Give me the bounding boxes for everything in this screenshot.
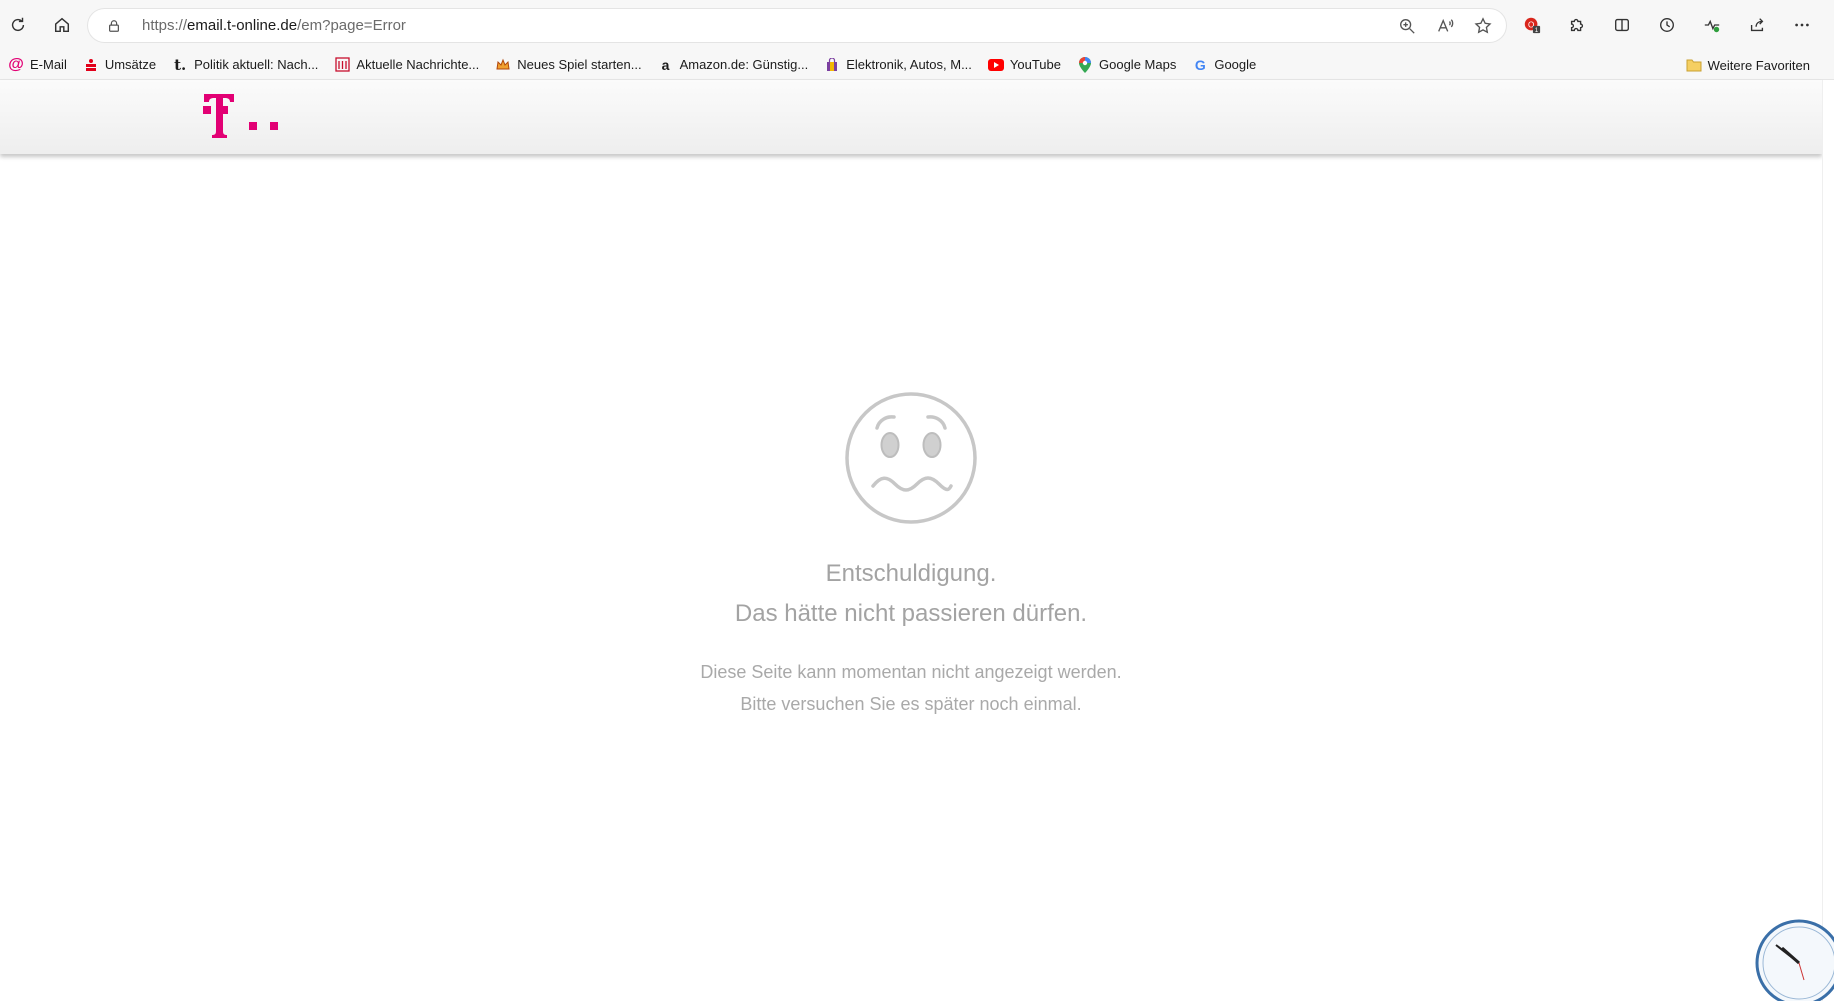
stop-sign-icon: O1 [1524,17,1541,34]
favorite-google[interactable]: G Google [1184,50,1264,80]
favorite-umsaetze[interactable]: Umsätze [75,50,164,80]
sparkasse-icon [83,57,99,73]
history-button[interactable] [1649,7,1685,43]
favorite-youtube[interactable]: YouTube [980,50,1069,80]
refresh-button[interactable] [0,7,36,43]
home-button[interactable] [44,7,80,43]
favorite-elektronik[interactable]: Elektronik, Autos, M... [816,50,980,80]
lock-icon [106,18,122,34]
favorites-bar: @ E-Mail Umsätze t. Politik aktuell: Nac… [0,50,1834,80]
error-subtitle: Das hätte nicht passieren dürfen. [734,600,1088,627]
google-icon: G [1194,56,1206,73]
split-screen-button[interactable] [1604,7,1640,43]
svg-text:1: 1 [1535,27,1539,34]
home-icon [54,17,70,33]
favorite-amazon[interactable]: a Amazon.de: Günstig... [650,50,817,80]
performance-button[interactable] [1694,7,1730,43]
youtube-icon [987,57,1004,73]
share-icon [1750,18,1764,32]
ellipsis-icon [1795,23,1809,27]
puzzle-icon [1570,18,1584,32]
crown-icon [495,57,511,73]
t-news-icon: t. [174,55,187,74]
favorite-politik[interactable]: t. Politik aktuell: Nach... [164,50,326,80]
error-message-line-2: Bitte versuchen Sie es später noch einma… [740,694,1082,714]
more-options-button[interactable] [1784,7,1820,43]
at-icon: @ [8,55,24,73]
favorite-neues-spiel[interactable]: Neues Spiel starten... [487,50,649,80]
browser-toolbar: https://email.t-online.de/em?page=Error … [0,0,1834,50]
clock-widget-icon[interactable] [1754,918,1834,1001]
share-button[interactable] [1739,7,1775,43]
site-header [0,80,1822,154]
url-text: https://email.t-online.de/em?page=Error [142,17,406,34]
error-panel: Entschuldigung. Das hätte nicht passiere… [0,390,1822,720]
address-bar[interactable]: https://email.t-online.de/em?page=Error [88,9,1506,42]
amazon-icon: a [661,56,670,73]
sad-face-icon [845,392,977,524]
telekom-logo[interactable] [203,94,283,140]
error-title: Entschuldigung. [825,560,997,587]
page-scrollbar[interactable] [1822,80,1834,1001]
folder-icon [1686,57,1702,73]
read-aloud-icon[interactable] [1436,17,1454,35]
error-message-line-1: Diese Seite kann momentan nicht angezeig… [700,662,1122,682]
history-icon [1660,18,1674,32]
refresh-icon [11,17,25,32]
heartbeat-icon [1704,19,1720,33]
split-screen-icon [1615,18,1629,32]
building-icon [334,57,350,73]
map-pin-icon [1077,56,1093,73]
adblock-extension-button[interactable]: O1 [1514,7,1550,43]
favorite-aktuelle-nachrichten[interactable]: Aktuelle Nachrichte... [326,50,487,80]
favorite-email[interactable]: @ E-Mail [0,50,75,80]
error-message: Diese Seite kann momentan nicht angezeig… [0,656,1822,720]
favorites-folder-weitere[interactable]: Weitere Favoriten [1678,50,1818,80]
favorite-google-maps[interactable]: Google Maps [1069,50,1184,80]
zoom-icon[interactable] [1398,17,1416,35]
favorite-star-icon[interactable] [1474,16,1492,35]
shopping-bag-icon [824,57,840,73]
extensions-button[interactable] [1559,7,1595,43]
